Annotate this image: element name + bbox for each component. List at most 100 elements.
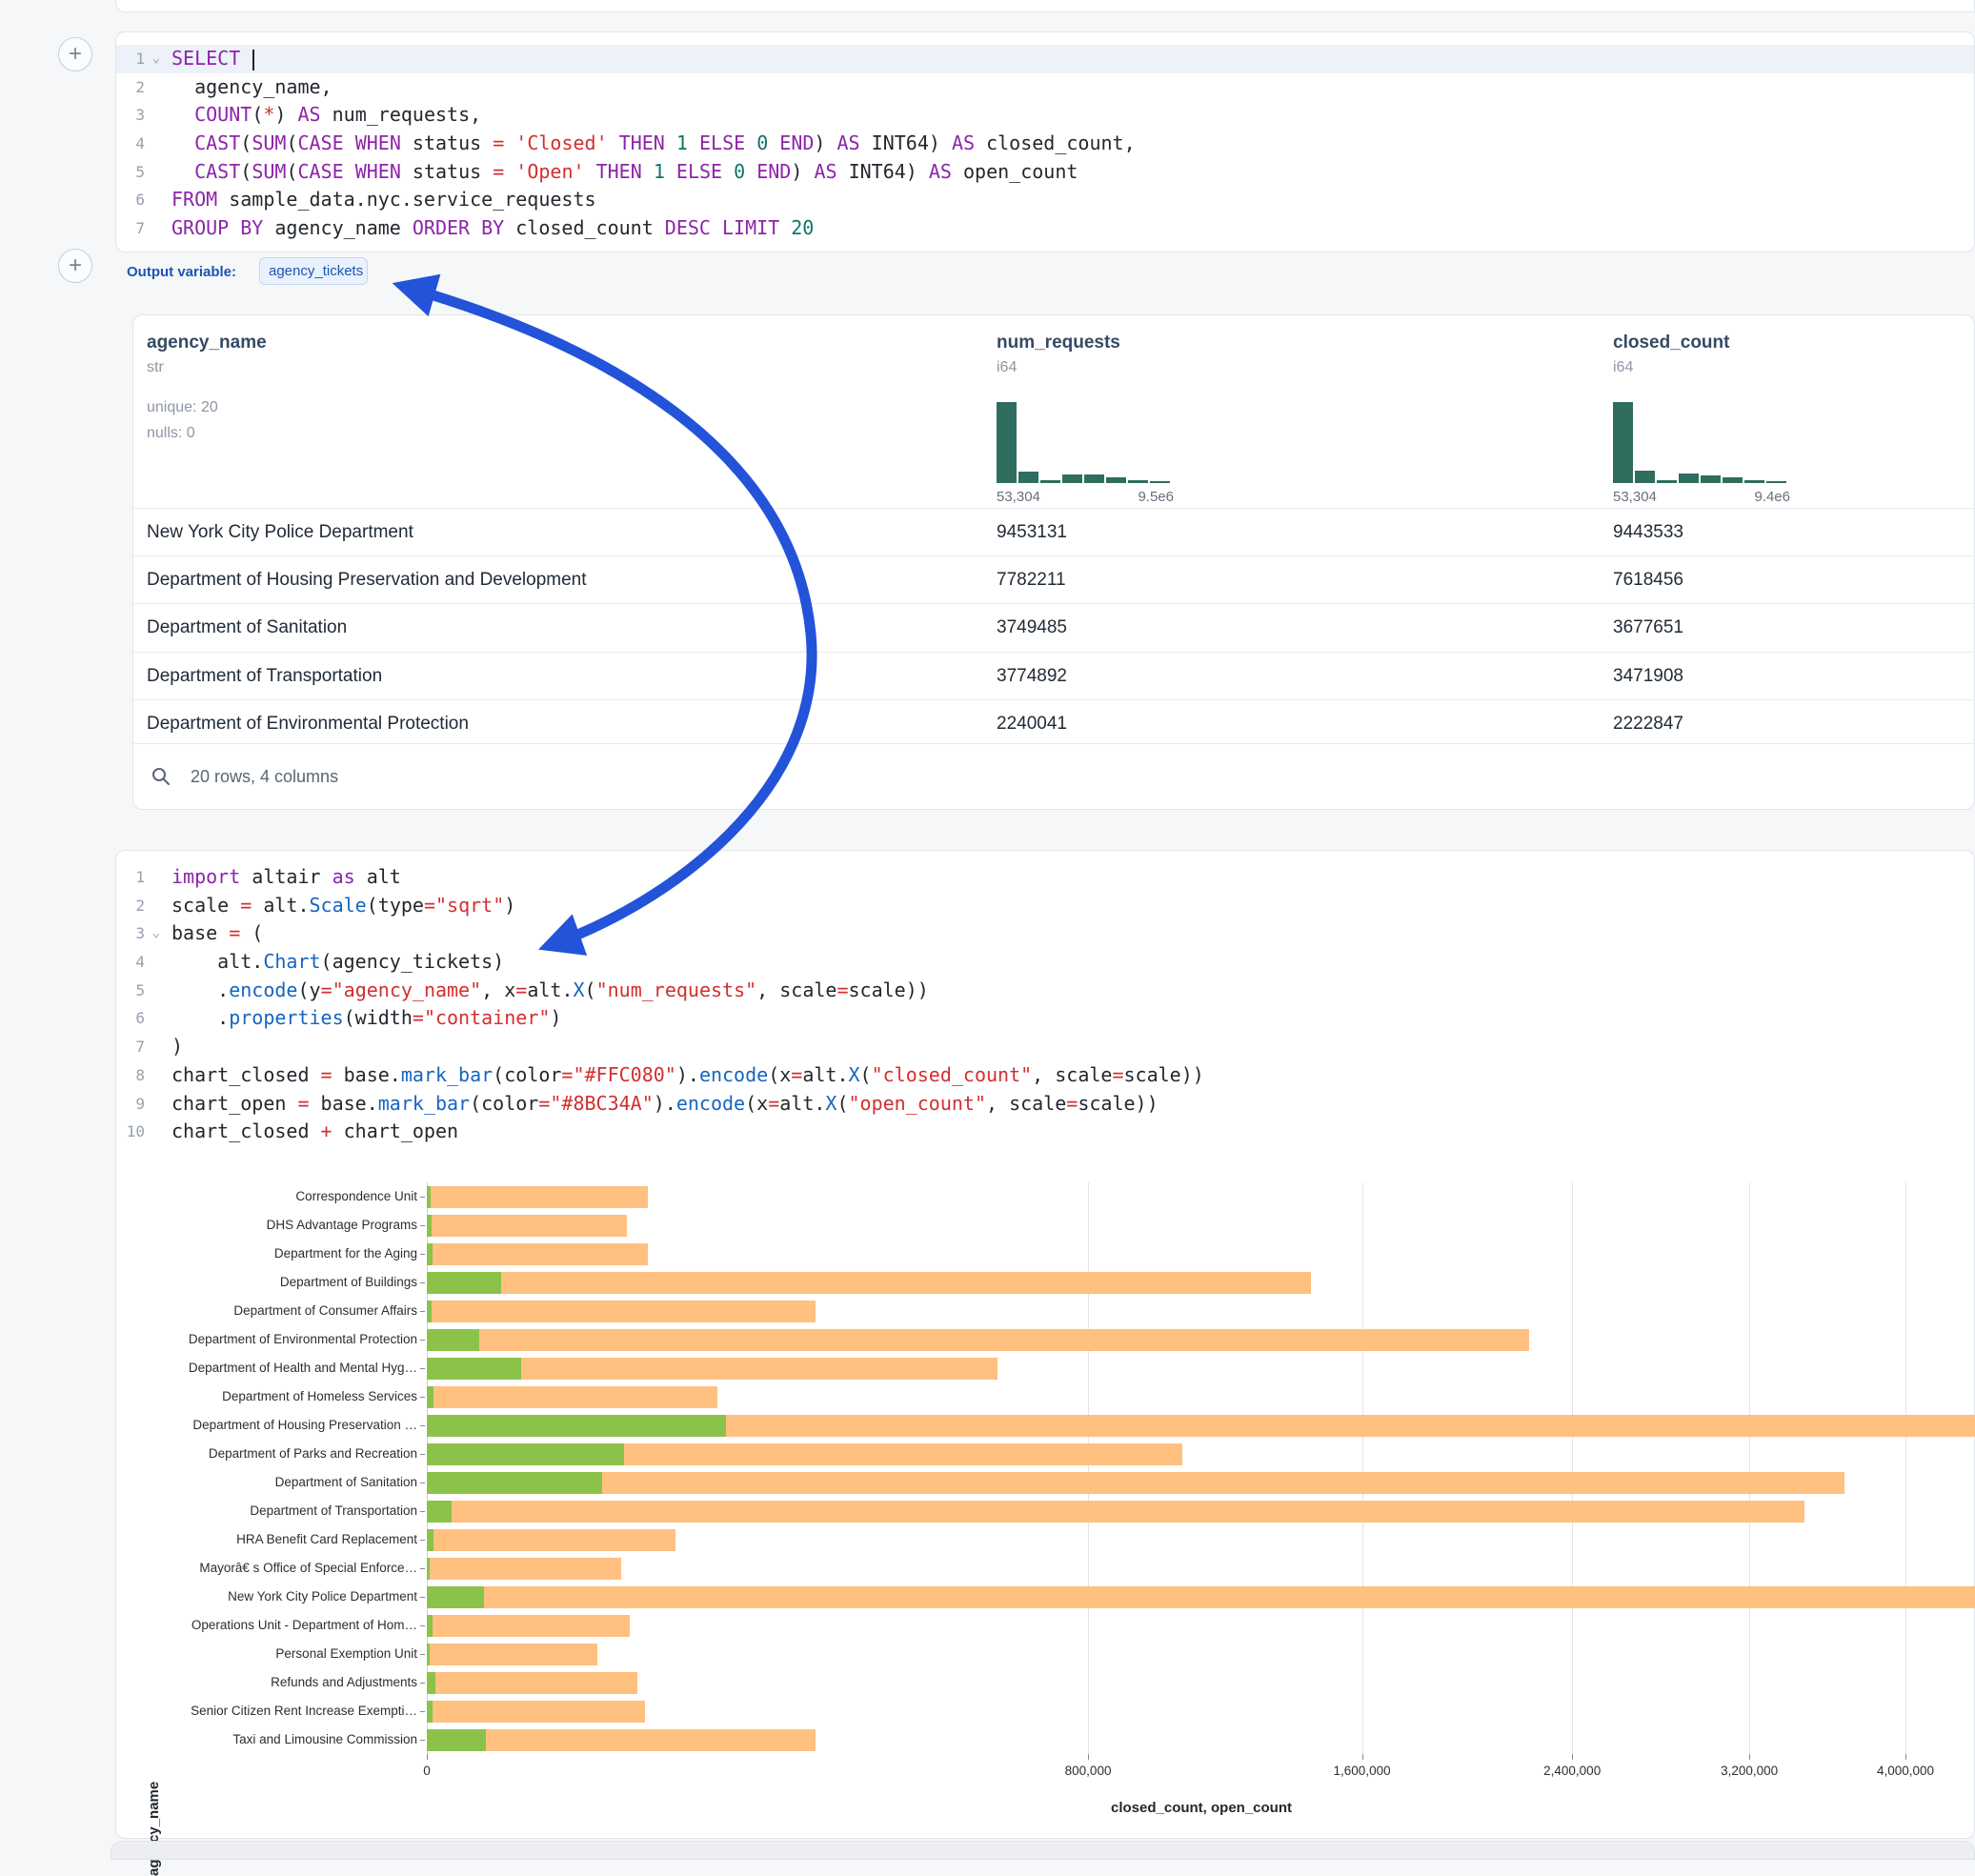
code-token: ( — [836, 1092, 848, 1115]
code-token: alt. — [802, 1063, 848, 1086]
code-token: = — [297, 1092, 309, 1115]
line-number: 2 — [116, 892, 145, 920]
code-token: X — [574, 978, 585, 1001]
sql-cell: 1⌄SELECT 2 agency_name,3 COUNT(*) AS num… — [115, 31, 1975, 252]
code-token: alt. — [252, 894, 309, 917]
code-token: , x — [481, 978, 515, 1001]
code-token: ( — [860, 1063, 872, 1086]
code-token: alt. — [171, 950, 263, 973]
table-row[interactable]: Department of Sanitation37494853677651 — [133, 603, 1974, 651]
code-token: closed_count, — [975, 131, 1136, 154]
y-axis-tick — [420, 1568, 425, 1569]
bar-open-count — [427, 1615, 433, 1637]
histogram-bar — [1613, 402, 1633, 483]
code-token: mark_bar — [401, 1063, 493, 1086]
bar-closed-count — [427, 1644, 597, 1665]
add-cell-button-middle[interactable]: + — [58, 249, 92, 283]
code-token: FROM — [171, 188, 217, 211]
table-row[interactable]: Department of Housing Preservation and D… — [133, 555, 1974, 603]
bar-chart: closed_count, open_count agency_name 080… — [116, 1182, 1975, 1830]
code-token — [608, 131, 619, 154]
y-axis-label: Personal Exemption Unit — [149, 1646, 417, 1661]
cell-num-requests: 7782211 — [997, 556, 1066, 603]
code-token: num_requests, — [321, 103, 482, 126]
code-token: , scale — [756, 978, 836, 1001]
code-token: chart_open — [171, 1092, 297, 1115]
fold-chevron-icon[interactable]: ⌄ — [145, 45, 168, 73]
line-number: 6 — [116, 186, 145, 214]
python-code-editor[interactable]: 1import altair as alt2scale = alt.Scale(… — [116, 851, 1974, 1146]
code-line: 4 CAST(SUM(CASE WHEN status = 'Closed' T… — [116, 130, 1974, 158]
code-token — [344, 131, 355, 154]
line-number: 3 — [116, 101, 145, 130]
table-row[interactable]: Department of Transportation377489234719… — [133, 652, 1974, 699]
code-token: encode — [229, 978, 297, 1001]
code-token: END — [756, 160, 791, 183]
column-type: str — [147, 359, 164, 376]
y-axis-tick — [420, 1311, 425, 1312]
histogram-min-label: 53,304 — [1613, 489, 1657, 505]
code-line: 2 agency_name, — [116, 73, 1974, 102]
y-axis-tick — [420, 1597, 425, 1598]
code-token: ) — [504, 894, 515, 917]
code-token: (x — [745, 1092, 768, 1115]
bar-open-count — [427, 1243, 433, 1265]
code-token: chart_closed — [171, 1120, 321, 1142]
histogram-min-label: 53,304 — [997, 489, 1040, 505]
code-line: 1⌄SELECT — [116, 45, 1974, 73]
bar-closed-count — [427, 1272, 1311, 1294]
chart-plot-area — [427, 1182, 1975, 1754]
gridline — [1905, 1182, 1906, 1754]
table-row[interactable]: Department of Environmental Protection22… — [133, 699, 1974, 747]
code-token: AS — [814, 160, 836, 183]
x-tick-label: 3,200,000 — [1683, 1764, 1816, 1778]
x-tick-label: 1,600,000 — [1296, 1764, 1429, 1778]
gridline — [1572, 1182, 1573, 1754]
add-cell-button-top[interactable]: + — [58, 37, 92, 71]
column-header-agency_name: agency_namestrunique: 20nulls: 0 — [133, 315, 983, 508]
histogram-bar — [1040, 480, 1060, 483]
bar-open-count — [427, 1729, 486, 1751]
y-axis-tick — [420, 1225, 425, 1226]
cell-closed-count: 7618456 — [1613, 556, 1683, 603]
search-icon[interactable] — [151, 766, 171, 787]
bar-closed-count — [427, 1329, 1529, 1351]
code-token: . — [171, 978, 229, 1001]
histogram-max-label: 9.5e6 — [1138, 489, 1174, 505]
code-token — [711, 216, 722, 239]
bar-closed-count — [427, 1529, 675, 1551]
code-token: = — [424, 894, 435, 917]
histogram-bar — [1084, 474, 1104, 483]
column-type: i64 — [997, 359, 1017, 376]
code-token: SUM — [252, 131, 286, 154]
table-row[interactable]: New York City Police Department945313194… — [133, 508, 1974, 555]
gutter-spacer — [145, 1004, 168, 1033]
line-number: 1 — [116, 863, 145, 892]
bar-open-count — [427, 1501, 452, 1523]
code-token: AS — [298, 103, 321, 126]
y-axis-label: Taxi and Limousine Commission — [149, 1732, 417, 1746]
output-variable-chip[interactable]: agency_tickets — [259, 257, 368, 285]
code-content: chart_closed + chart_open — [168, 1118, 458, 1146]
code-token — [722, 160, 734, 183]
code-token: (y — [297, 978, 320, 1001]
gutter-spacer — [145, 863, 168, 892]
code-token: ( — [252, 103, 263, 126]
bar-open-count — [427, 1644, 430, 1665]
code-token: ) — [274, 103, 297, 126]
sql-code-editor[interactable]: 1⌄SELECT 2 agency_name,3 COUNT(*) AS num… — [116, 32, 1974, 243]
y-axis-label: Operations Unit - Department of Hom… — [149, 1618, 417, 1632]
y-axis-label: Department of Environmental Protection — [149, 1332, 417, 1346]
code-line: 2scale = alt.Scale(type="sqrt") — [116, 892, 1974, 920]
line-number: 2 — [116, 73, 145, 102]
cell-agency-name: New York City Police Department — [147, 509, 413, 555]
fold-chevron-icon[interactable]: ⌄ — [145, 919, 168, 948]
bar-closed-count — [427, 1386, 717, 1408]
bar-open-count — [427, 1386, 433, 1408]
code-token: "closed_count" — [872, 1063, 1033, 1086]
gutter-spacer — [145, 1061, 168, 1090]
y-axis-tick — [420, 1340, 425, 1341]
code-token: encode — [699, 1063, 768, 1086]
bar-open-count — [427, 1529, 433, 1551]
code-token: mark_bar — [378, 1092, 470, 1115]
